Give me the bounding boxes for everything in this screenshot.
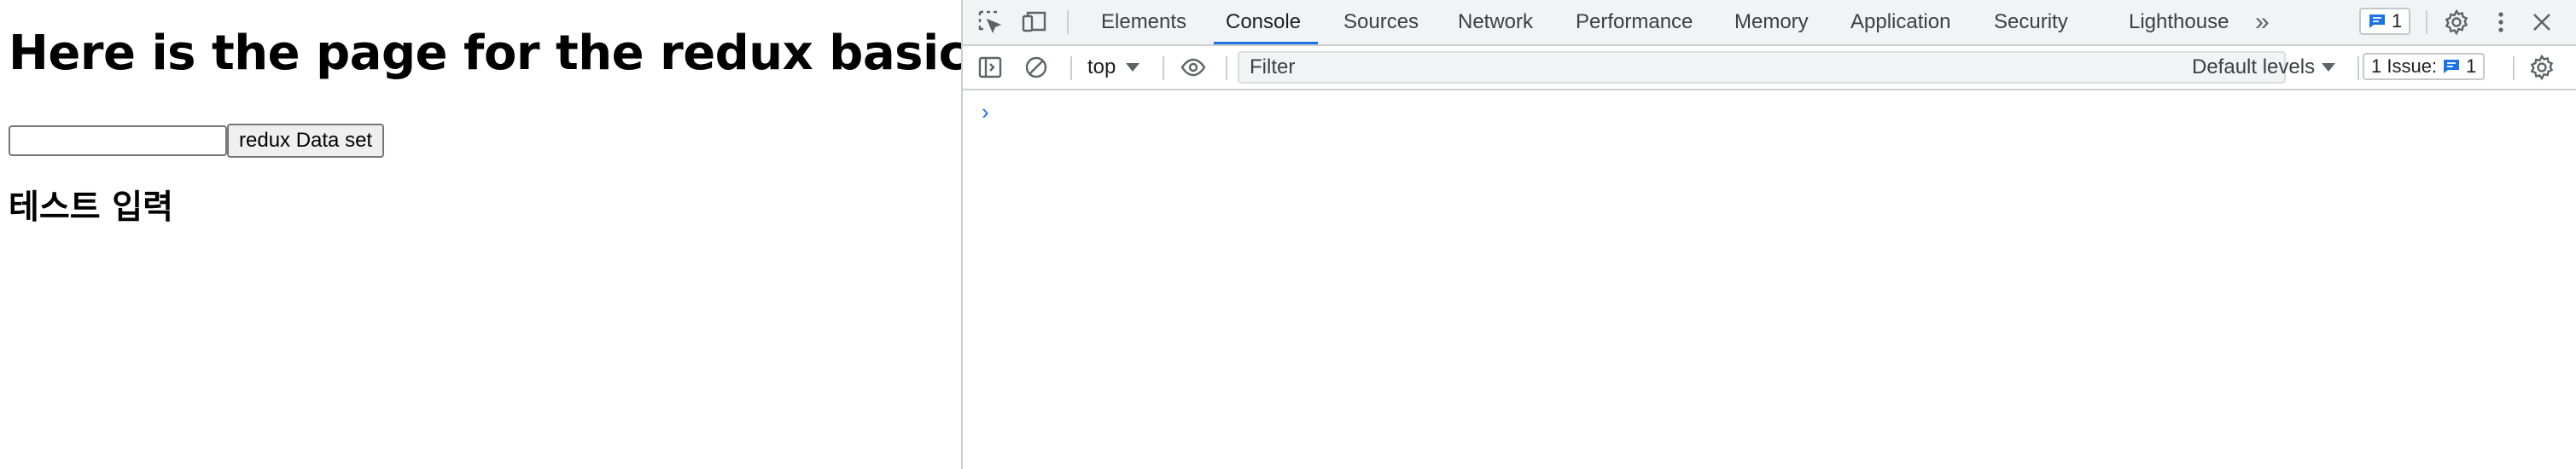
- tab-memory[interactable]: Memory: [1734, 0, 1809, 44]
- console-filter-input[interactable]: [1238, 51, 2286, 84]
- tab-security[interactable]: Security: [1994, 0, 2068, 44]
- toolbar-divider: [1163, 56, 1164, 80]
- messages-count: 1: [2392, 10, 2403, 32]
- device-toolbar-icon[interactable]: [1021, 9, 1048, 36]
- issues-label: 1 Issue:: [2371, 55, 2438, 77]
- test-input-heading: 테스트 입력: [9, 188, 173, 227]
- tab-network[interactable]: Network: [1458, 0, 1533, 44]
- tab-application[interactable]: Application: [1850, 0, 1950, 44]
- context-value: top: [1087, 55, 1116, 78]
- toolbar-divider: [1067, 10, 1069, 34]
- toolbar-divider: [2513, 56, 2515, 80]
- issues-counter[interactable]: 1 Issue: 1: [2363, 53, 2486, 80]
- message-icon: [2444, 60, 2460, 73]
- sidebar-toggle-icon[interactable]: [976, 54, 1004, 81]
- chevron-down-icon: [2322, 63, 2336, 72]
- context-selector[interactable]: top: [1087, 46, 1140, 89]
- clear-console-icon[interactable]: [1023, 54, 1050, 81]
- settings-gear-icon[interactable]: [2443, 9, 2470, 36]
- close-devtools-icon[interactable]: [2528, 9, 2556, 36]
- console-settings-gear-icon[interactable]: [2528, 54, 2556, 81]
- issues-count: 1: [2466, 55, 2477, 77]
- tab-performance[interactable]: Performance: [1576, 0, 1693, 44]
- more-tabs-icon[interactable]: »: [2255, 0, 2270, 44]
- redux-text-input[interactable]: [9, 125, 227, 156]
- live-expression-eye-icon[interactable]: [1180, 54, 1207, 81]
- console-toolbar: top Default levels 1 Issue: 1: [963, 46, 2576, 90]
- toolbar-divider: [1226, 56, 1227, 80]
- kebab-menu-icon[interactable]: [2487, 9, 2515, 36]
- redux-form: redux Data set: [9, 124, 385, 158]
- toolbar-divider: [2426, 10, 2427, 34]
- message-icon: [2369, 14, 2385, 28]
- toolbar-divider: [2357, 56, 2359, 80]
- chevron-down-icon: [1126, 63, 1140, 72]
- toolbar-divider: [1070, 56, 1072, 80]
- redux-data-set-button[interactable]: redux Data set: [227, 124, 385, 158]
- inspect-element-icon[interactable]: [976, 9, 1004, 36]
- devtools-panel: Elements Console Sources Network Perform…: [961, 0, 2576, 469]
- tab-console[interactable]: Console: [1213, 0, 1319, 44]
- log-levels-label: Default levels: [2192, 55, 2316, 78]
- log-levels-dropdown[interactable]: Default levels: [2192, 46, 2336, 89]
- tab-elements[interactable]: Elements: [1101, 0, 1186, 44]
- tab-lighthouse[interactable]: Lighthouse: [2129, 0, 2229, 44]
- page-heading: Here is the page for the redux basic tes…: [9, 26, 1088, 81]
- console-output[interactable]: ›: [963, 90, 2576, 469]
- devtools-tabbar: Elements Console Sources Network Perform…: [963, 0, 2576, 46]
- messages-counter[interactable]: 1: [2359, 8, 2411, 35]
- tab-sources[interactable]: Sources: [1343, 0, 1419, 44]
- console-prompt-chevron-icon: ›: [982, 99, 989, 124]
- page-viewport: Here is the page for the redux basic tes…: [0, 0, 1088, 469]
